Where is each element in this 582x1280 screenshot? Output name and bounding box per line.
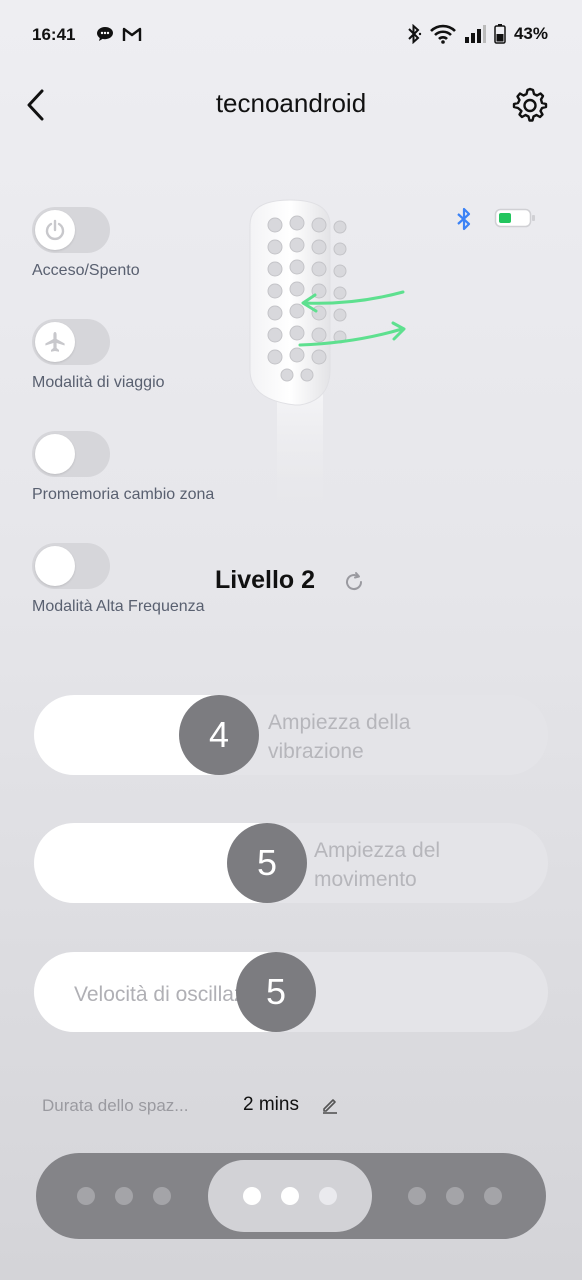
mode-dot-active[interactable] — [243, 1187, 261, 1205]
slider-thumb[interactable]: 5 — [227, 823, 307, 903]
mode-dot[interactable] — [319, 1187, 337, 1205]
toggle-frequency-row: Modalità Alta Frequenza — [32, 543, 205, 616]
mode-dot[interactable] — [446, 1187, 464, 1205]
slider-label-line1: Ampiezza del — [314, 839, 441, 862]
bluetooth-icon — [408, 24, 422, 44]
high-frequency-label: Modalità Alta Frequenza — [32, 598, 205, 615]
movement-amplitude-slider[interactable]: 5 Ampiezza del movimento — [34, 823, 548, 903]
duration-value[interactable]: 2 mins — [243, 1094, 299, 1116]
page-title: tecnoandroid — [215, 88, 367, 118]
toggle-zone-row: Promemoria cambio zona — [32, 431, 214, 504]
slider-thumb[interactable]: 4 — [179, 695, 259, 775]
edit-icon[interactable] — [320, 1095, 340, 1115]
slider-thumb[interactable]: 5 — [236, 952, 316, 1032]
system-icons: 43% — [406, 24, 548, 44]
settings-button[interactable] — [510, 84, 550, 124]
slider-label: Ampiezza della vibrazione — [268, 708, 410, 766]
notification-icons — [96, 26, 142, 42]
toggle-travel-row: Modalità di viaggio — [32, 319, 165, 392]
battery-percent: 43% — [513, 24, 548, 43]
travel-mode-toggle[interactable] — [32, 319, 110, 365]
vibration-amplitude-slider[interactable]: 4 Ampiezza della vibrazione — [34, 695, 548, 775]
power-toggle-knob — [35, 210, 75, 250]
level-label: Livello 2 — [215, 566, 316, 594]
mode-dot[interactable] — [77, 1187, 95, 1205]
airplane-icon — [45, 332, 65, 352]
mode-selector-bar[interactable] — [36, 1153, 546, 1239]
wifi-icon — [430, 24, 456, 44]
zone-reminder-toggle-knob — [35, 434, 75, 474]
mode-dot[interactable] — [484, 1187, 502, 1205]
slider-label-line2: movimento — [314, 868, 417, 891]
mode-dot[interactable] — [153, 1187, 171, 1205]
status-bar: 16:41 43% — [0, 0, 582, 70]
power-toggle[interactable] — [32, 207, 110, 253]
mode-dot[interactable] — [115, 1187, 133, 1205]
slider-label-line1: Ampiezza della — [268, 711, 411, 734]
signal-icon — [464, 25, 486, 43]
zone-reminder-label: Promemoria cambio zona — [32, 486, 215, 503]
device-bluetooth-icon — [457, 207, 471, 231]
zone-reminder-toggle[interactable] — [32, 431, 110, 477]
chat-bubble-icon — [97, 27, 113, 41]
mode-dot-active[interactable] — [281, 1187, 299, 1205]
device-battery-icon — [494, 208, 535, 228]
power-icon — [45, 219, 65, 241]
power-toggle-label: Acceso/Spento — [32, 262, 140, 279]
toothbrush-image — [249, 199, 406, 525]
high-frequency-toggle[interactable] — [32, 543, 110, 589]
slider-label-line2: vibrazione — [268, 740, 364, 763]
duration-label: Durata dello spaz... — [42, 1096, 189, 1115]
travel-mode-label: Modalità di viaggio — [32, 374, 165, 391]
travel-mode-toggle-knob — [35, 322, 75, 362]
gear-icon — [512, 87, 548, 122]
mode-dot[interactable] — [408, 1187, 426, 1205]
refresh-icon[interactable] — [342, 570, 366, 594]
slider-label: Ampiezza del movimento — [314, 836, 440, 894]
oscillation-speed-slider[interactable]: Velocità di oscillazione 5 — [34, 952, 548, 1032]
high-frequency-toggle-knob — [35, 546, 75, 586]
battery-icon — [494, 24, 506, 44]
toggle-power-row: Acceso/Spento — [32, 207, 140, 280]
status-time: 16:41 — [32, 25, 76, 44]
gmail-icon — [122, 27, 142, 41]
